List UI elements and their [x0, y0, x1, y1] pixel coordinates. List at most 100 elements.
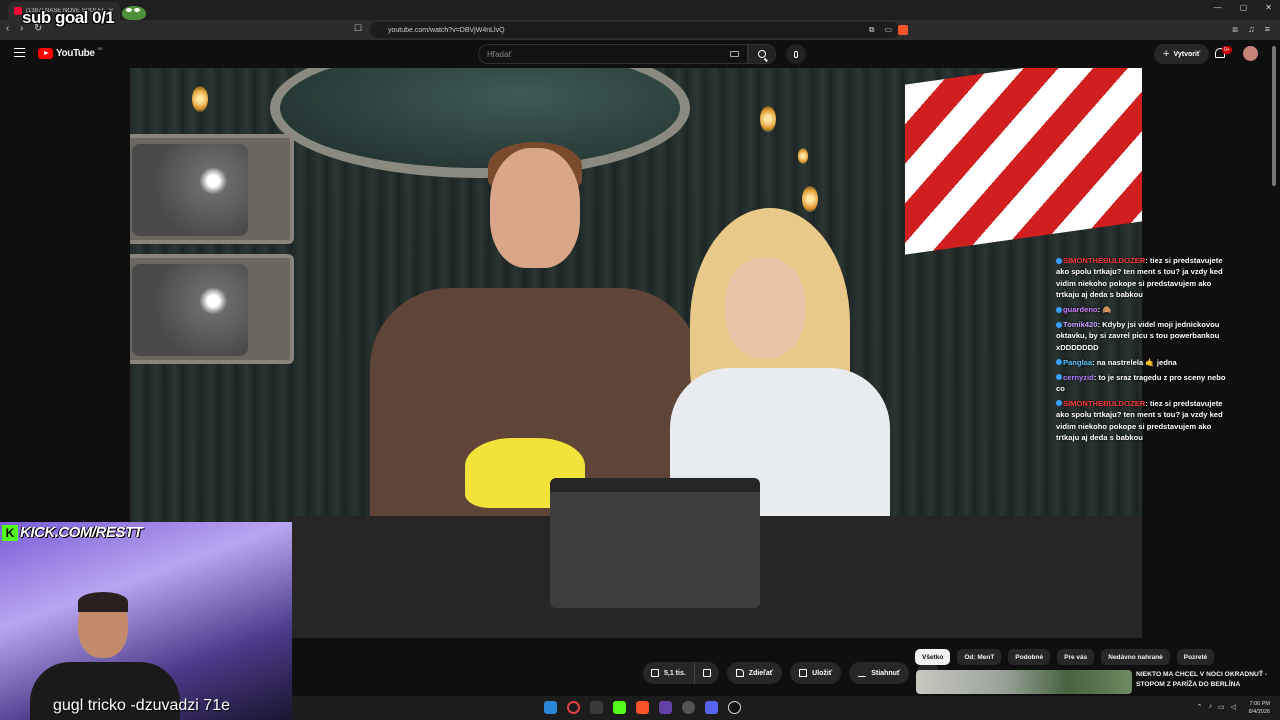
- scrollbar-thumb[interactable]: [1272, 46, 1276, 186]
- translate-icon[interactable]: ⧉: [869, 25, 875, 35]
- chat-username[interactable]: cernyzid: [1063, 373, 1094, 382]
- browser-tab-strip: (1397) NAŠE NOVÉ SPOLEČ ✕ — ▢ ✕: [0, 0, 1280, 20]
- like-button[interactable]: 5,1 tis.: [643, 662, 695, 684]
- clock-date: 8/4/2026: [1248, 709, 1270, 715]
- youtube-logo[interactable]: YouTube SK: [38, 46, 103, 59]
- filter-chip[interactable]: Podobné: [1008, 649, 1051, 665]
- window-controls: — ▢ ✕: [1214, 3, 1272, 12]
- youtube-favicon-icon: [14, 7, 22, 15]
- filter-chip[interactable]: Od: MenT: [957, 649, 1002, 665]
- media-icon[interactable]: ♫: [1248, 24, 1255, 35]
- chat-message: SIMONTHEBULDOZER: tiez si predstavujete …: [1056, 256, 1223, 300]
- close-window-icon[interactable]: ✕: [1265, 3, 1272, 12]
- taskbar-clock[interactable]: 7:06 PM 8/4/2026: [1249, 700, 1270, 716]
- video-actions: 5,1 tis. Zdieľať Uložiť Stiahnuť ⋯: [643, 662, 940, 684]
- search-input[interactable]: Hľadať: [478, 44, 748, 64]
- chat-message: SIMONTHEBULDOZER: tiez si predstavujete …: [1056, 398, 1223, 443]
- chat-text: 🙈: [1102, 305, 1112, 315]
- recommendation-thumbnail[interactable]: [916, 670, 1132, 694]
- app-circle-icon[interactable]: [728, 701, 741, 714]
- recommendation-chips: Všetko Od: MenT Podobné Pre vás Nedávno nahr…: [915, 649, 1215, 665]
- share-label: Zdieľať: [748, 669, 774, 677]
- recommendation-title[interactable]: NIEKTO MA CHCEL V NOCI OKRADNUŤ - STOPOM…: [1136, 670, 1268, 690]
- browser-toolbar: ‹ › ↻ ☐ youtube.com/watch?v=DBVjW4nLlvQ …: [0, 20, 1280, 40]
- sub-goal-overlay: sub goal 0/1: [22, 8, 115, 27]
- download-button[interactable]: Stiahnuť: [849, 662, 910, 684]
- plus-icon: +: [1163, 47, 1170, 60]
- windows-taskbar: ⌃ ♪ ▭ ◁ 7:06 PM 8/4/2026: [292, 696, 1280, 720]
- voice-search-button[interactable]: [786, 44, 806, 64]
- bookmark-icon[interactable]: ☐: [354, 23, 362, 34]
- search-button[interactable]: [748, 44, 776, 64]
- tray-volume-icon[interactable]: ◁: [1231, 703, 1236, 711]
- twitch-icon[interactable]: [659, 701, 672, 714]
- back-icon[interactable]: ‹: [6, 23, 9, 34]
- tray-chevron-icon[interactable]: ⌃: [1197, 703, 1203, 711]
- chat-badge-icon: [1056, 400, 1062, 407]
- discord-icon[interactable]: [705, 701, 718, 714]
- dislike-button[interactable]: [695, 662, 719, 684]
- address-bar-icons: ⧉ ▭: [869, 25, 892, 35]
- kick-label: K KICK.COM/RESTT: [2, 524, 143, 541]
- tray-mic-icon[interactable]: ♪: [1208, 703, 1212, 711]
- stream-chat-overlay: SIMONTHEBULDOZER: tiez si predstavujete …: [1056, 255, 1236, 447]
- cast-icon[interactable]: ▭: [884, 25, 892, 35]
- menu-icon[interactable]: ≡: [1265, 24, 1270, 35]
- chat-username[interactable]: guardeno: [1063, 305, 1098, 314]
- search-placeholder: Hľadať: [487, 49, 512, 59]
- brave-shield-icon[interactable]: [898, 25, 908, 35]
- filter-chip[interactable]: Nedávno nahrané: [1101, 649, 1170, 665]
- kick-logo-icon: K: [2, 524, 18, 541]
- chat-username[interactable]: Tomik420: [1063, 320, 1097, 329]
- video-tv-bottom: [130, 254, 294, 364]
- taskbar-icons: [544, 701, 741, 714]
- chat-username[interactable]: SIMONTHEBULDOZER: [1063, 399, 1145, 408]
- extensions-icon[interactable]: ⧈: [1232, 24, 1238, 35]
- address-bar[interactable]: youtube.com/watch?v=DBVjW4nLlvQ ⧉ ▭: [370, 22, 900, 38]
- clock-time: 7:06 PM: [1249, 701, 1270, 707]
- obs-icon[interactable]: [682, 701, 695, 714]
- chat-badge-icon: [1056, 374, 1062, 381]
- chat-badge-icon: [1056, 321, 1062, 328]
- kick-app-icon[interactable]: [613, 701, 626, 714]
- keyboard-icon[interactable]: [730, 51, 739, 57]
- share-icon: [735, 669, 744, 677]
- menu-hamburger-icon[interactable]: [14, 48, 25, 57]
- create-button[interactable]: + Vytvoriť: [1154, 44, 1210, 64]
- download-icon: [858, 669, 867, 677]
- bookmark-save-icon: [799, 669, 808, 677]
- app-icon[interactable]: [590, 701, 603, 714]
- thumbs-down-icon: [702, 669, 711, 677]
- page-scrollbar[interactable]: [1271, 42, 1277, 692]
- chat-badge-icon: [1056, 306, 1062, 313]
- minimize-icon[interactable]: —: [1214, 3, 1222, 12]
- video-tv-top: [130, 134, 294, 244]
- like-dislike-group: 5,1 tis.: [643, 662, 719, 684]
- chat-username[interactable]: SIMONTHEBULDOZER: [1063, 256, 1145, 265]
- kick-url-text: KICK.COM/RESTT: [20, 524, 143, 541]
- webcam-overlay: K KICK.COM/RESTT: [0, 522, 292, 720]
- video-bulb: [798, 148, 808, 164]
- brave-browser-icon[interactable]: [636, 701, 649, 714]
- browser-toolbar-right: ⧈ ♫ ≡: [1232, 24, 1270, 35]
- location-pin-icon[interactable]: [567, 701, 580, 714]
- share-button[interactable]: Zdieľať: [726, 662, 783, 684]
- filter-chip[interactable]: Pre vás: [1057, 649, 1095, 665]
- save-button[interactable]: Uložiť: [790, 662, 842, 684]
- thumbs-up-icon: [651, 669, 659, 677]
- chat-message: cernyzid: to je sraz tragedu z pro sceny…: [1056, 372, 1226, 394]
- video-bulb: [192, 86, 208, 112]
- pepe-emote-icon: [122, 6, 146, 20]
- windows-start-icon[interactable]: [544, 701, 557, 714]
- chat-message: Tomik420: Kdyby jsi videl moji jednickov…: [1056, 320, 1220, 352]
- notification-badge: 9+: [1222, 46, 1232, 54]
- account-avatar[interactable]: [1243, 46, 1258, 61]
- video-tablet: [550, 478, 760, 608]
- filter-chip[interactable]: Pozreté: [1176, 649, 1215, 665]
- filter-chip[interactable]: Všetko: [915, 649, 951, 665]
- chat-badge-icon: [1056, 359, 1062, 366]
- tray-network-icon[interactable]: ▭: [1218, 703, 1225, 711]
- chat-username[interactable]: Panglaa: [1063, 358, 1092, 367]
- maximize-icon[interactable]: ▢: [1240, 3, 1248, 12]
- stream-bottom-text: gugl tricko -dzuvadzi 71e: [53, 697, 230, 714]
